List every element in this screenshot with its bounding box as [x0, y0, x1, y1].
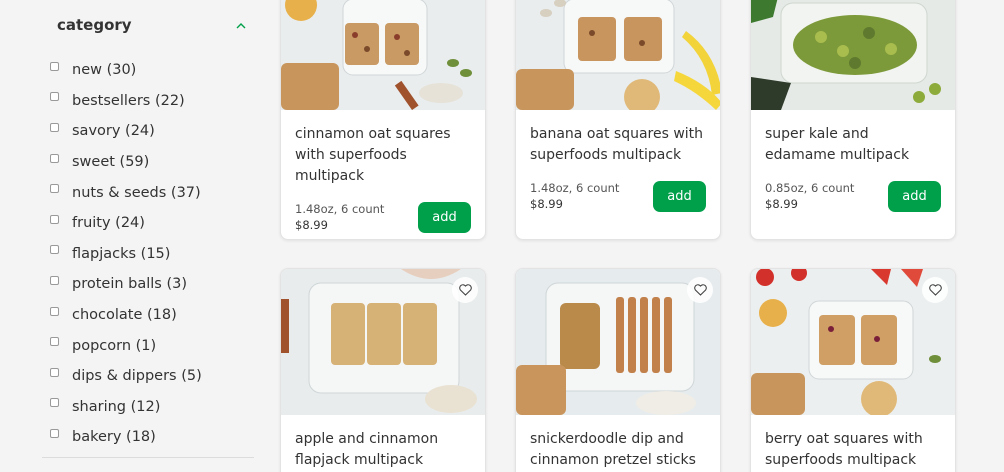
category-checkbox[interactable] [50, 367, 59, 377]
category-label: new (30) [72, 62, 137, 79]
category-item-nuts-seeds[interactable]: nuts & seeds (37) [50, 177, 202, 208]
product-price: $8.99 [295, 218, 328, 232]
category-checkbox[interactable] [50, 245, 59, 255]
category-label: nuts & seeds (37) [72, 184, 201, 201]
product-name[interactable]: apple and cinnamon flapjack multipack [295, 429, 471, 471]
category-label: flapjacks (15) [72, 245, 171, 262]
category-label: bestsellers (22) [72, 92, 185, 109]
product-size: 1.48oz, 6 count [295, 202, 385, 216]
category-label: dips & dippers (5) [72, 368, 202, 385]
category-item-new[interactable]: new (30) [50, 55, 202, 86]
category-label: savory (24) [72, 123, 155, 140]
sidebar-divider [42, 457, 254, 458]
category-checkbox[interactable] [50, 184, 59, 194]
product-info: cinnamon oat squares with superfoods mul… [281, 110, 485, 233]
category-label: protein balls (3) [72, 276, 188, 293]
product-name[interactable]: banana oat squares with superfoods multi… [530, 124, 706, 166]
category-checkbox[interactable] [50, 337, 59, 347]
product-name[interactable]: super kale and edamame multipack [765, 124, 941, 166]
category-item-protein-balls[interactable]: protein balls (3) [50, 269, 202, 300]
category-header[interactable]: category [57, 12, 247, 38]
product-card[interactable]: cinnamon oat squares with superfoods mul… [280, 0, 486, 240]
category-label: fruity (24) [72, 215, 145, 232]
category-checkbox[interactable] [50, 214, 59, 224]
category-label: popcorn (1) [72, 337, 157, 354]
category-label: sweet (59) [72, 154, 150, 171]
product-footer: 0.85oz, 6 count $8.99 add [765, 180, 941, 212]
product-info: berry oat squares with superfoods multip… [751, 415, 955, 471]
category-label: bakery (18) [72, 429, 156, 446]
category-list: new (30) bestsellers (22) savory (24) sw… [50, 55, 202, 453]
product-info: apple and cinnamon flapjack multipack [281, 415, 485, 471]
category-checkbox[interactable] [50, 398, 59, 408]
product-size: 1.48oz, 6 count [530, 181, 620, 195]
favorite-heart-icon[interactable] [922, 277, 948, 303]
product-image[interactable] [751, 269, 955, 415]
product-size: 0.85oz, 6 count [765, 181, 855, 195]
favorite-heart-icon[interactable] [452, 277, 478, 303]
add-to-cart-button[interactable]: add [653, 180, 706, 212]
product-card[interactable]: apple and cinnamon flapjack multipack [280, 268, 486, 472]
category-item-savory[interactable]: savory (24) [50, 116, 202, 147]
category-checkbox[interactable] [50, 428, 59, 438]
category-item-dips-dippers[interactable]: dips & dippers (5) [50, 361, 202, 392]
category-checkbox[interactable] [50, 61, 59, 71]
product-meta: 1.48oz, 6 count $8.99 [530, 180, 619, 212]
product-image[interactable] [516, 0, 720, 110]
product-meta: 0.85oz, 6 count $8.99 [765, 180, 854, 212]
product-price: $8.99 [530, 197, 563, 211]
product-name[interactable]: berry oat squares with superfoods multip… [765, 429, 941, 471]
product-image[interactable] [751, 0, 955, 110]
product-meta: 1.48oz, 6 count $8.99 [295, 201, 384, 233]
product-name[interactable]: snickerdoodle dip and cinnamon pretzel s… [530, 429, 706, 471]
product-info: snickerdoodle dip and cinnamon pretzel s… [516, 415, 720, 471]
add-to-cart-button[interactable]: add [418, 201, 471, 233]
category-checkbox[interactable] [50, 275, 59, 285]
product-info: super kale and edamame multipack 0.85oz,… [751, 110, 955, 212]
category-item-sweet[interactable]: sweet (59) [50, 147, 202, 178]
category-item-popcorn[interactable]: popcorn (1) [50, 330, 202, 361]
product-card[interactable]: super kale and edamame multipack 0.85oz,… [750, 0, 956, 240]
category-label: chocolate (18) [72, 307, 177, 324]
product-card[interactable]: berry oat squares with superfoods multip… [750, 268, 956, 472]
product-footer: 1.48oz, 6 count $8.99 add [295, 201, 471, 233]
product-card[interactable]: banana oat squares with superfoods multi… [515, 0, 721, 240]
product-card[interactable]: snickerdoodle dip and cinnamon pretzel s… [515, 268, 721, 472]
add-to-cart-button[interactable]: add [888, 180, 941, 212]
category-checkbox[interactable] [50, 122, 59, 132]
category-checkbox[interactable] [50, 92, 59, 102]
category-item-chocolate[interactable]: chocolate (18) [50, 300, 202, 331]
product-image[interactable] [281, 0, 485, 110]
category-item-sharing[interactable]: sharing (12) [50, 392, 202, 423]
shop-page: category new (30) bestsellers (22) savor… [0, 0, 1004, 472]
category-label: sharing (12) [72, 398, 161, 415]
product-name[interactable]: cinnamon oat squares with superfoods mul… [295, 124, 471, 187]
product-price: $8.99 [765, 197, 798, 211]
favorite-heart-icon[interactable] [687, 277, 713, 303]
chevron-up-icon[interactable] [235, 19, 247, 31]
product-footer: 1.48oz, 6 count $8.99 add [530, 180, 706, 212]
category-title: category [57, 16, 132, 34]
category-item-flapjacks[interactable]: flapjacks (15) [50, 239, 202, 270]
category-item-bestsellers[interactable]: bestsellers (22) [50, 86, 202, 117]
product-info: banana oat squares with superfoods multi… [516, 110, 720, 212]
category-filter-panel: category new (30) bestsellers (22) savor… [42, 0, 254, 472]
product-image[interactable] [516, 269, 720, 415]
product-image[interactable] [281, 269, 485, 415]
category-checkbox[interactable] [50, 153, 59, 163]
category-checkbox[interactable] [50, 306, 59, 316]
category-item-bakery[interactable]: bakery (18) [50, 422, 202, 453]
category-item-fruity[interactable]: fruity (24) [50, 208, 202, 239]
